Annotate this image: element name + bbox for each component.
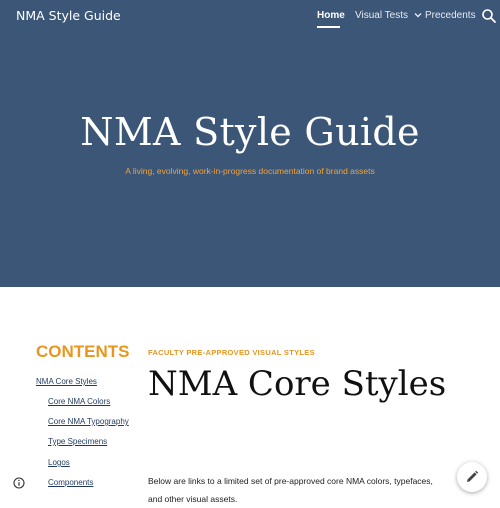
pencil-icon — [467, 470, 479, 482]
toc-heading: CONTENTS — [36, 342, 130, 361]
toc-item-core-nma-typography[interactable]: Core NMA Typography — [48, 417, 129, 426]
nav-visual-tests-label: Visual Tests — [355, 10, 408, 21]
site-title-link[interactable]: NMA Style Guide — [16, 8, 121, 23]
nav-precedents[interactable]: Precedents — [425, 10, 476, 21]
intro-paragraph: Below are links to a limited set of pre-… — [148, 476, 433, 504]
section-eyebrow: FACULTY PRE-APPROVED VISUAL STYLES — [148, 348, 315, 357]
search-icon[interactable] — [481, 8, 497, 24]
hero-subtitle: A living, evolving, work-in-progress doc… — [125, 166, 375, 176]
nav-home[interactable]: Home — [317, 10, 345, 21]
active-nav-indicator — [317, 26, 340, 28]
toc-item-type-specimens[interactable]: Type Specimens — [48, 437, 107, 446]
info-icon[interactable] — [13, 477, 25, 489]
toc-item-logos[interactable]: Logos — [48, 458, 70, 467]
edit-button[interactable] — [457, 462, 487, 492]
toc-item-core-nma-colors[interactable]: Core NMA Colors — [48, 397, 110, 406]
hero-banner: NMA Style Guide Home Visual Tests Preced… — [0, 0, 500, 287]
toc-item-nma-core-styles[interactable]: NMA Core Styles — [36, 377, 97, 386]
page-heading: NMA Core Styles — [148, 364, 447, 404]
toc-item-components[interactable]: Components — [48, 478, 93, 487]
top-navigation: NMA Style Guide Home Visual Tests Preced… — [0, 0, 500, 32]
nav-visual-tests[interactable]: Visual Tests — [355, 10, 423, 21]
hero-title: NMA Style Guide — [80, 110, 420, 154]
chevron-down-icon — [414, 13, 422, 18]
